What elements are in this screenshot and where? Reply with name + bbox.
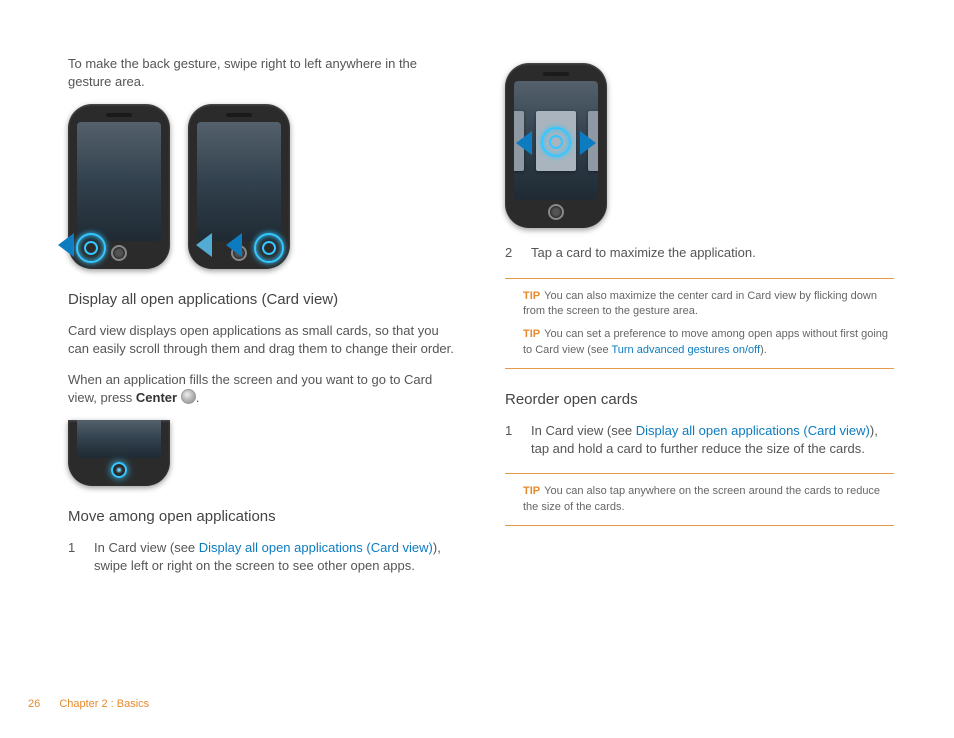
touch-ring-icon <box>254 233 284 263</box>
link-advanced-gestures[interactable]: Turn advanced gestures on/off <box>611 344 760 356</box>
text-fragment: . <box>196 390 200 405</box>
phone-illustration-card-swipe <box>505 63 607 228</box>
center-button-icon <box>181 389 196 404</box>
tip-item: TIPYou can also tap anywhere on the scre… <box>523 484 894 515</box>
page-footer: 26 Chapter 2 : Basics <box>28 698 149 710</box>
tip-box-maximize: TIPYou can also maximize the center card… <box>505 278 894 370</box>
center-key-label: Center <box>136 390 177 405</box>
step-text: In Card view (see Display all open appli… <box>531 422 894 457</box>
phone-illustration-center-press <box>68 420 170 486</box>
touch-ring-icon <box>76 233 106 263</box>
text-fragment: When an application fills the screen and… <box>68 372 432 405</box>
section-heading-move-apps: Move among open applications <box>68 508 457 525</box>
page-number: 26 <box>28 698 40 710</box>
step-number: 1 <box>68 539 94 574</box>
tip-label: TIP <box>523 328 540 340</box>
arrow-left-icon <box>516 131 532 155</box>
card-view-screen <box>514 81 598 200</box>
step-reorder-1: 1 In Card view (see Display all open app… <box>505 422 894 457</box>
phone-illustration-swipe-end <box>68 104 170 269</box>
section-heading-card-view: Display all open applications (Card view… <box>68 291 457 308</box>
tip-item: TIPYou can set a preference to move amon… <box>523 327 894 358</box>
arrow-left-icon <box>58 233 74 257</box>
step-1: 1 In Card view (see Display all open app… <box>68 539 457 574</box>
step-2: 2 Tap a card to maximize the application… <box>505 244 894 262</box>
right-column: 2 Tap a card to maximize the application… <box>505 55 894 708</box>
arrow-right-icon <box>580 131 596 155</box>
card-view-instruction: When an application fills the screen and… <box>68 371 457 406</box>
tip-text: You can also maximize the center card in… <box>523 290 877 317</box>
tip-label: TIP <box>523 485 540 497</box>
link-card-view[interactable]: Display all open applications (Card view… <box>636 423 870 438</box>
phone-illustration-swipe-start <box>188 104 290 269</box>
arrow-left-icon <box>196 233 212 257</box>
text-fragment: In Card view (see <box>531 423 636 438</box>
card-swipe-figure <box>505 63 894 228</box>
link-card-view[interactable]: Display all open applications (Card view… <box>199 540 433 555</box>
center-button-figure <box>68 420 457 486</box>
manual-page: To make the back gesture, swipe right to… <box>0 0 954 738</box>
touch-ring-icon <box>541 127 571 157</box>
tip-text: ). <box>760 344 767 356</box>
left-column: To make the back gesture, swipe right to… <box>68 55 457 708</box>
card-view-desc: Card view displays open applications as … <box>68 322 457 357</box>
chapter-label: Chapter 2 : Basics <box>59 698 149 710</box>
step-text: In Card view (see Display all open appli… <box>94 539 457 574</box>
step-number: 1 <box>505 422 531 457</box>
section-heading-reorder: Reorder open cards <box>505 391 894 408</box>
text-fragment: In Card view (see <box>94 540 199 555</box>
gesture-figure-row <box>68 104 457 269</box>
tip-label: TIP <box>523 290 540 302</box>
arrow-left-icon <box>226 233 242 257</box>
step-number: 2 <box>505 244 531 262</box>
intro-text: To make the back gesture, swipe right to… <box>68 55 457 90</box>
step-text: Tap a card to maximize the application. <box>531 244 756 262</box>
tip-text: You can also tap anywhere on the screen … <box>523 485 880 512</box>
tip-box-reduce-cards: TIPYou can also tap anywhere on the scre… <box>505 473 894 526</box>
tip-item: TIPYou can also maximize the center card… <box>523 289 894 320</box>
